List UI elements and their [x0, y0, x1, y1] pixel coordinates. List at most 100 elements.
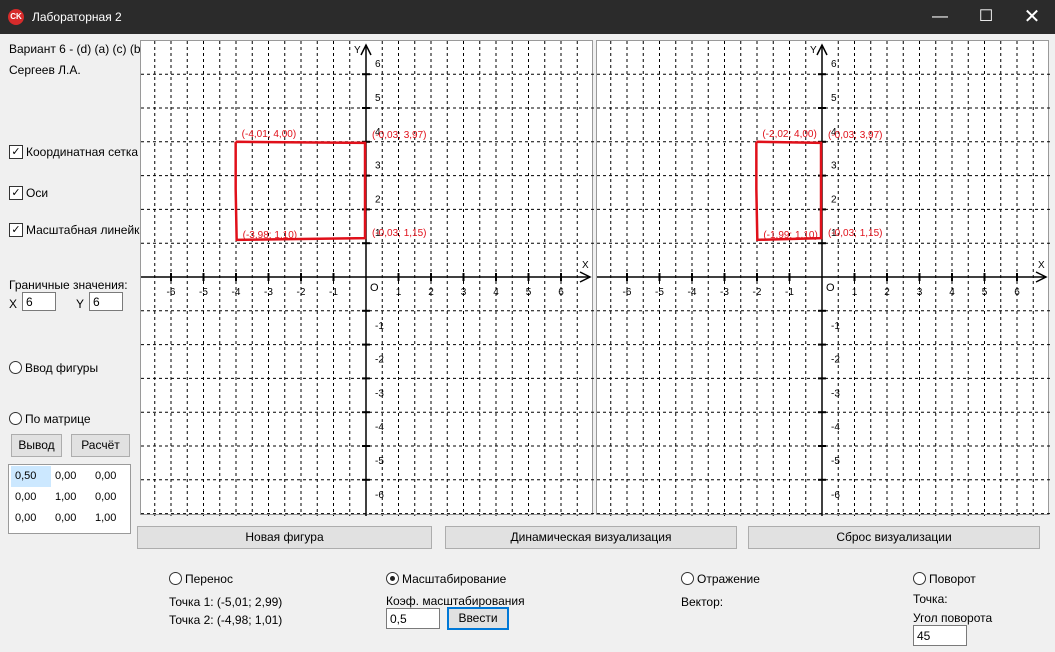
y-tick-label: -4: [831, 422, 840, 433]
vertex-label: (-4,01; 4,00): [242, 129, 296, 140]
y-axis-label: Y: [354, 45, 361, 56]
figure-outline: [755, 140, 823, 242]
new-figure-button[interactable]: Новая фигура: [137, 526, 432, 549]
x-tick-label: -4: [688, 287, 697, 298]
close-button[interactable]: ✕: [1009, 0, 1055, 34]
minimize-button[interactable]: —: [917, 0, 963, 34]
x-tick-label: -5: [199, 287, 208, 298]
x-tick-label: -1: [785, 287, 794, 298]
matrix-cell[interactable]: 0,00: [11, 508, 51, 529]
checkbox-checked-icon: ✓: [9, 145, 23, 159]
matrix-cell[interactable]: 0,50: [11, 466, 51, 487]
matrix-cell[interactable]: 0,00: [11, 487, 51, 508]
vertex-label: (-3,98; 1,10): [243, 230, 297, 241]
grid-checkbox-label: Координатная сетка: [26, 145, 139, 159]
origin-label: O: [370, 282, 379, 294]
x-bound-label: X: [9, 297, 18, 311]
maximize-button[interactable]: ☐: [963, 0, 1009, 34]
ruler-checkbox-label: Масштабная линейка: [26, 223, 147, 237]
calc-button[interactable]: Расчёт: [71, 434, 130, 457]
y-bound-input[interactable]: [89, 292, 123, 311]
vertex-label: (-0,03; 3,97): [372, 130, 426, 141]
x-tick-label: -5: [655, 287, 664, 298]
x-tick-label: -6: [623, 287, 632, 298]
rotate-angle-label: Угол поворота: [913, 611, 993, 625]
x-axis-label: X: [582, 260, 589, 271]
by-matrix-radio-label: По матрице: [25, 412, 91, 426]
y-tick-label: -2: [375, 355, 384, 366]
scale-radio-label: Масштабирование: [402, 572, 507, 586]
x-tick-label: 5: [982, 287, 988, 298]
window-title: Лабораторная 2: [32, 10, 122, 24]
x-tick-label: 3: [461, 287, 467, 298]
transformed-figure-plot: X Y O -6 -6 -5 -5 -4 -4 -3 -3 -2 -2 -1 -1 1 1 2 2 3 3 4 4 5 5 6 6(…: [596, 40, 1050, 516]
bounds-label: Граничные значения:: [9, 278, 128, 292]
rotate-radio-label: Поворот: [929, 572, 976, 586]
y-tick-label: 6: [375, 59, 381, 70]
enter-button[interactable]: Ввести: [447, 607, 509, 630]
matrix-grid[interactable]: 0,50 0,00 0,00 0,00 1,00 0,00 0,00 0,00 …: [8, 464, 131, 534]
author-label: Сергеев Л.А.: [9, 63, 81, 77]
y-tick-label: -3: [831, 388, 840, 399]
scale-coef-label: Коэф. масштабирования: [386, 594, 525, 608]
y-tick-label: -2: [831, 355, 840, 366]
y-tick-label: 3: [375, 161, 381, 172]
y-tick-label: 5: [375, 93, 381, 104]
matrix-cell[interactable]: 0,00: [91, 487, 131, 508]
x-tick-label: -2: [753, 287, 762, 298]
x-tick-label: 4: [949, 287, 955, 298]
x-tick-label: 5: [526, 287, 532, 298]
rotate-angle-input[interactable]: [913, 625, 967, 646]
checkbox-checked-icon: ✓: [9, 223, 23, 237]
x-tick-label: 6: [1014, 287, 1020, 298]
x-tick-label: -6: [167, 287, 176, 298]
y-tick-label: -4: [375, 422, 384, 433]
origin-label: O: [826, 282, 835, 294]
x-tick-label: 2: [884, 287, 890, 298]
radio-unselected-icon: [9, 412, 22, 425]
y-tick-label: 5: [831, 93, 837, 104]
vertex-label: (-0,03; 3,97): [828, 130, 882, 141]
output-button[interactable]: Вывод: [11, 434, 62, 457]
y-tick-label: -1: [375, 321, 384, 332]
reset-vis-button[interactable]: Сброс визуализации: [748, 526, 1040, 549]
x-tick-label: 1: [852, 287, 858, 298]
checkbox-checked-icon: ✓: [9, 186, 23, 200]
x-tick-label: 2: [428, 287, 434, 298]
vertex-label: (-2,02; 4,00): [762, 129, 816, 140]
vertex-label: (-0,03; 1,15): [828, 228, 882, 239]
x-tick-label: 1: [396, 287, 402, 298]
axes-checkbox-label: Оси: [26, 186, 49, 200]
y-tick-label: -6: [831, 490, 840, 501]
radio-unselected-icon: [681, 572, 694, 585]
dynamic-vis-button[interactable]: Динамическая визуализация: [445, 526, 737, 549]
matrix-cell[interactable]: 0,00: [51, 508, 91, 529]
matrix-cell[interactable]: 0,00: [91, 466, 131, 487]
x-tick-label: 6: [558, 287, 564, 298]
transformed-plot-canvas: XYO-6-6-5-5-4-4-3-3-2-2-1-1112233445566(…: [597, 41, 1050, 516]
y-tick-label: -1: [831, 321, 840, 332]
variant-label: Вариант 6 - (d) (a) (c) (b): [9, 42, 145, 56]
original-plot-canvas: XYO-6-6-5-5-4-4-3-3-2-2-1-1112233445566(…: [141, 41, 594, 516]
app-icon: CK: [8, 9, 24, 25]
matrix-cell[interactable]: 1,00: [91, 508, 131, 529]
y-tick-label: 2: [375, 194, 381, 205]
x-bound-input[interactable]: [22, 292, 56, 311]
radio-unselected-icon: [169, 572, 182, 585]
transfer-point2: Точка 2: (-4,98; 1,01): [169, 613, 283, 627]
radio-unselected-icon: [913, 572, 926, 585]
x-tick-label: 3: [917, 287, 923, 298]
x-tick-label: 4: [493, 287, 499, 298]
input-figure-radio-label: Ввод фигуры: [25, 361, 99, 375]
matrix-cell[interactable]: 1,00: [51, 487, 91, 508]
scale-coef-input[interactable]: [386, 608, 440, 629]
rotate-point-label: Точка:: [913, 592, 948, 606]
y-tick-label: -5: [375, 456, 384, 467]
vertex-label: (-0,03; 1,15): [372, 228, 426, 239]
x-tick-label: -3: [264, 287, 273, 298]
y-bound-label: Y: [76, 297, 85, 311]
matrix-cell[interactable]: 0,00: [51, 466, 91, 487]
title-bar: CK Лабораторная 2 — ☐ ✕: [0, 0, 1055, 34]
reflect-radio-label: Отражение: [697, 572, 760, 586]
transfer-radio-label: Перенос: [185, 572, 233, 586]
